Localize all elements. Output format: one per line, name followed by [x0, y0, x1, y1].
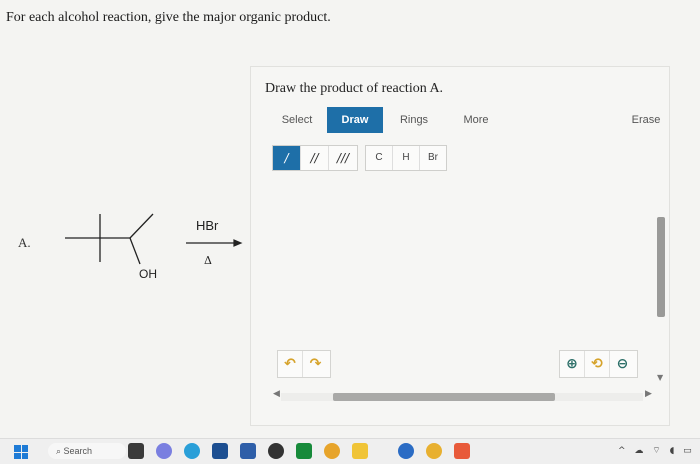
- file-explorer-icon[interactable]: [352, 443, 368, 459]
- undo-redo-group: ↶ ↷: [277, 350, 331, 378]
- system-tray-icon[interactable]: ^ ☁ ⌔ ◖ ▭: [618, 445, 695, 456]
- task-view-icon[interactable]: [128, 443, 144, 459]
- taskbar: ⌕ Search ^ ☁ ⌔ ◖ ▭: [0, 438, 700, 464]
- search-label: Search: [63, 446, 93, 456]
- reaction-label: A.: [18, 235, 31, 250]
- vertical-scrollbar[interactable]: [657, 217, 665, 317]
- store-icon[interactable]: [212, 443, 228, 459]
- xbox-icon[interactable]: [296, 443, 312, 459]
- edge-icon[interactable]: [184, 443, 200, 459]
- single-bond-button[interactable]: /: [273, 146, 301, 170]
- teams-icon[interactable]: [156, 443, 172, 459]
- zoom-out-icon[interactable]: ⊖: [610, 351, 635, 377]
- reagent-label: HBr: [196, 218, 219, 233]
- page: For each alcohol reaction, give the majo…: [0, 0, 700, 438]
- question-text: For each alcohol reaction, give the majo…: [6, 10, 331, 25]
- reaction-arrow: [186, 239, 243, 247]
- tab-rings[interactable]: Rings: [389, 107, 439, 133]
- chrome-icon[interactable]: [324, 443, 340, 459]
- atom-bromine-button[interactable]: Br: [420, 146, 446, 170]
- windows-start-icon[interactable]: [14, 445, 28, 459]
- erase-button[interactable]: Erase: [623, 107, 669, 133]
- photos-icon[interactable]: [240, 443, 256, 459]
- triple-bond-button[interactable]: ///: [329, 146, 357, 170]
- atom-carbon-button[interactable]: C: [366, 146, 393, 170]
- undo-icon[interactable]: ↶: [278, 351, 303, 377]
- atom-hydrogen-button[interactable]: H: [393, 146, 420, 170]
- heat-symbol: Δ: [204, 254, 212, 267]
- drawing-panel: Draw the product of reaction A. Select D…: [250, 66, 670, 426]
- scroll-left-icon[interactable]: ◀: [273, 389, 280, 399]
- redo-icon[interactable]: ↷: [303, 351, 328, 377]
- bond-to-methyl: [129, 213, 154, 239]
- tab-draw[interactable]: Draw: [327, 107, 383, 133]
- double-bond-button[interactable]: //: [301, 146, 329, 170]
- bond-to-oh: [129, 237, 141, 265]
- zoom-group: ⊕ ⟲ ⊖: [559, 350, 638, 378]
- atom-tools: C H Br: [365, 145, 447, 171]
- scroll-down-icon[interactable]: ▼: [657, 373, 663, 382]
- tab-select[interactable]: Select: [267, 107, 327, 133]
- oh-group-label: OH: [139, 267, 157, 281]
- horizontal-scrollbar[interactable]: [333, 393, 555, 401]
- browser-icon[interactable]: [426, 443, 442, 459]
- panel-title: Draw the product of reaction A.: [265, 81, 444, 96]
- bolt-icon[interactable]: [454, 443, 470, 459]
- search-icon: ⌕: [56, 446, 64, 456]
- zoom-in-icon[interactable]: ⊕: [560, 351, 585, 377]
- app-icon[interactable]: [268, 443, 284, 459]
- taskbar-search[interactable]: ⌕ Search: [48, 443, 126, 459]
- tab-more[interactable]: More: [451, 107, 501, 133]
- bond-tools: / // ///: [272, 145, 358, 171]
- editor-toolbar: Select Draw Rings More Erase: [267, 107, 664, 133]
- reset-icon[interactable]: ⟲: [585, 351, 610, 377]
- scroll-right-icon[interactable]: ▶: [645, 389, 652, 399]
- discord-icon[interactable]: [398, 443, 414, 459]
